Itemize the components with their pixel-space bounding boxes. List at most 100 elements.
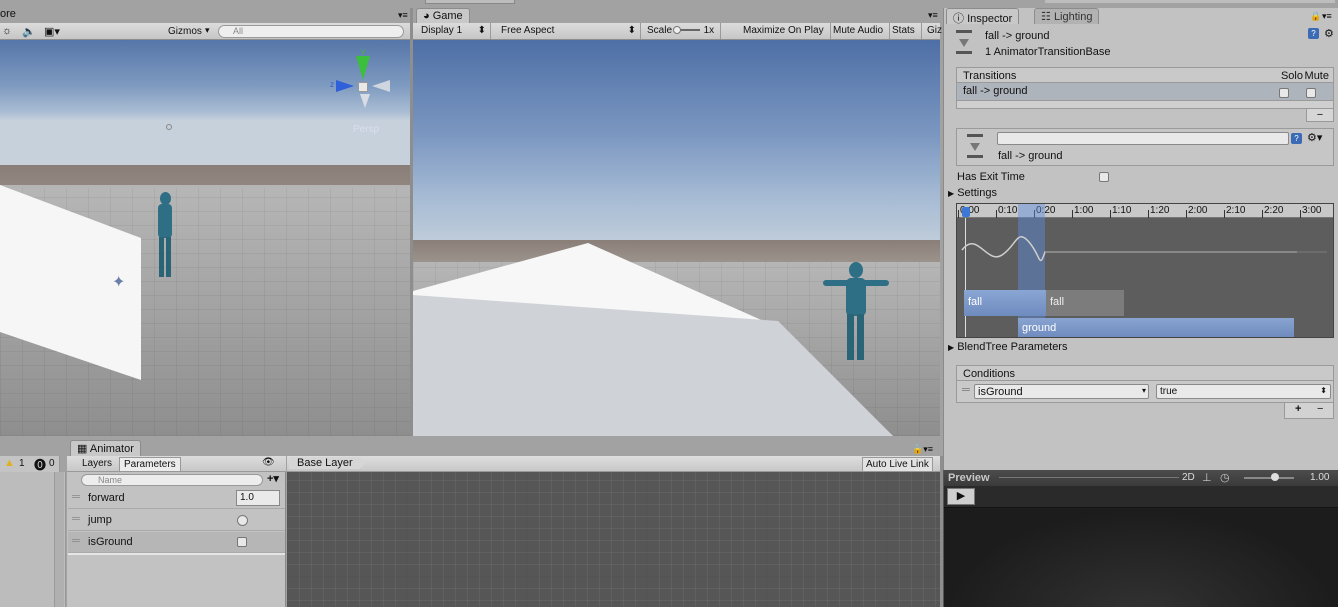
parameter-row-forward[interactable]: ═ forward 1.0	[68, 488, 285, 509]
graph-toolbar	[287, 456, 940, 472]
tab-lighting[interactable]: ☷ Lighting	[1034, 8, 1100, 24]
blendtree-label: BlendTree Parameters	[957, 341, 1068, 353]
condition-value-select[interactable]: true ⬍	[1156, 384, 1331, 399]
transition-name-input[interactable]	[997, 132, 1289, 145]
eye-icon[interactable]: 👁	[262, 457, 275, 468]
timeline-ticks: 0:000:100:201:001:101:202:002:102:203:00	[957, 204, 1333, 218]
gizmos-dropdown[interactable]: Gizmos	[168, 26, 202, 37]
parameter-bool-checkbox[interactable]	[237, 537, 247, 547]
has-exit-time-checkbox[interactable]	[1099, 172, 1109, 182]
mute-checkbox[interactable]	[1306, 88, 1316, 98]
parameter-float-input[interactable]: 1.0	[236, 490, 280, 506]
conditions-header-label: Conditions	[963, 368, 1015, 380]
maximize-on-play-toggle[interactable]: Maximize On Play	[737, 23, 831, 39]
clip-fall-b[interactable]: fall	[1046, 290, 1124, 316]
lighting-tab-label: Lighting	[1053, 11, 1093, 23]
game-viewport[interactable]	[413, 40, 940, 436]
drag-handle-icon[interactable]: ═	[72, 491, 80, 503]
condition-parameter-select[interactable]: isGround ▾	[974, 384, 1149, 399]
animator-graph[interactable]: Base Layer Auto Live Link	[287, 456, 940, 607]
mute-audio-toggle[interactable]: Mute Audio	[827, 23, 891, 39]
game-panel-menu-icon[interactable]: ▾≡	[928, 10, 938, 21]
help-icon[interactable]: ?	[1308, 28, 1319, 39]
transition-detail: ? ⚙▾ fall -> ground	[956, 128, 1334, 166]
tab-parameters[interactable]: Parameters	[119, 457, 181, 472]
preview-play-button[interactable]: ▶	[947, 488, 975, 505]
preview-2d-toggle[interactable]: 2D	[1182, 472, 1195, 483]
parameter-row-jump[interactable]: ═ jump	[68, 510, 285, 531]
playhead-marker[interactable]	[962, 207, 970, 217]
timeline-tick: 1:00	[1074, 205, 1094, 216]
tab-inspector[interactable]: ⓘ Inspector	[946, 8, 1020, 25]
transition-header-icon	[956, 30, 972, 54]
parameter-name: forward	[88, 492, 125, 504]
light-icon: ✦	[112, 274, 126, 291]
clip-fall-a[interactable]: fall	[964, 290, 1046, 316]
transition-timeline[interactable]: 0:000:100:201:001:101:202:002:102:203:00…	[956, 203, 1334, 338]
preview-speed-value: 1.00	[1310, 472, 1330, 483]
warning-icon[interactable]: ▲	[4, 457, 15, 469]
image-effects-icon[interactable]: ▣▾	[44, 25, 60, 38]
scene-viewport[interactable]: ✦ y z Persp	[0, 40, 410, 436]
clip-ground[interactable]: ground	[1018, 318, 1294, 337]
lock-icon[interactable]: 🔒	[1310, 11, 1321, 22]
inspector-menu-icon[interactable]: ▾≡	[1322, 11, 1332, 22]
view-splitter[interactable]	[410, 8, 413, 436]
axis-gizmo[interactable]: y z	[330, 47, 392, 116]
add-parameter-button[interactable]: +▾	[267, 472, 279, 485]
parameters-panel: Layers Parameters 👁 Name +▾ ═ forward 1.0 ═…	[67, 456, 286, 607]
transition-detail-icon	[967, 134, 983, 158]
tab-animator[interactable]: ▦ Animator	[70, 440, 141, 456]
tab-game[interactable]: ◕ Game	[416, 8, 470, 24]
drag-handle-icon[interactable]: ═	[72, 535, 80, 547]
solo-checkbox[interactable]	[1279, 88, 1289, 98]
timeline-tick: 2:00	[1188, 205, 1208, 216]
settings-gear-icon[interactable]: ⚙	[1324, 27, 1334, 40]
parameter-trigger-radio[interactable]	[237, 515, 248, 526]
condition-drag-handle-icon[interactable]: ═	[962, 384, 970, 396]
detail-gear-icon[interactable]: ⚙▾	[1307, 131, 1322, 144]
auto-live-link-toggle[interactable]: Auto Live Link	[862, 457, 933, 472]
timeline-tick-mark	[1262, 210, 1263, 218]
timeline-tick-mark	[1110, 210, 1111, 218]
animator-lock-icon[interactable]: 🔒▾≡	[912, 444, 933, 455]
persp-label[interactable]: Persp	[353, 124, 379, 135]
timeline-tick: 2:10	[1226, 205, 1246, 216]
error-icon[interactable]: ⓿	[34, 456, 46, 473]
timeline-tick: 0:10	[998, 205, 1018, 216]
scale-slider[interactable]: Scale 1x	[641, 23, 721, 39]
tab-layers[interactable]: Layers	[80, 458, 114, 469]
pivot-marker	[166, 124, 172, 130]
pivot-icon[interactable]: ⊥	[1202, 471, 1212, 484]
condition-add-remove: + −	[1284, 403, 1334, 419]
lighting-icon: ☷	[1041, 11, 1051, 23]
preview-speed-knob[interactable]	[1271, 473, 1279, 481]
inspector-title: fall -> ground	[985, 30, 1050, 42]
base-layer-breadcrumb[interactable]: Base Layer	[289, 457, 367, 469]
scene-tab-partial[interactable]: ore	[0, 8, 16, 20]
gutter-scrollbar[interactable]	[54, 472, 64, 607]
audio-icon[interactable]: 🔈	[22, 25, 36, 38]
settings-foldout[interactable]: ▶ Settings	[948, 187, 997, 199]
scene-search-input[interactable]: All	[218, 25, 404, 38]
aspect-dropdown[interactable]: Free Aspect ⬍	[495, 23, 641, 39]
add-condition-button[interactable]: +	[1295, 403, 1301, 415]
stats-toggle[interactable]: Stats	[886, 23, 922, 39]
blendtree-foldout[interactable]: ▶ BlendTree Parameters	[948, 341, 1067, 353]
parameter-search-input[interactable]: Name	[81, 474, 263, 486]
speed-icon[interactable]: ◷	[1220, 471, 1230, 484]
display-arrow-icon: ⬍	[477, 25, 486, 36]
remove-transition-button[interactable]: −	[1306, 108, 1334, 122]
remove-condition-button[interactable]: −	[1317, 403, 1323, 415]
warning-count: 1	[19, 458, 25, 469]
parameter-row-isground[interactable]: ═ isGround	[68, 532, 285, 553]
preview-speed-slider[interactable]	[1244, 477, 1294, 479]
preview-label: Preview	[948, 472, 990, 484]
scene-panel-menu-icon[interactable]: ▾≡	[398, 10, 408, 21]
drag-handle-icon[interactable]: ═	[72, 513, 80, 525]
preview-viewport[interactable]	[944, 509, 1338, 607]
display-dropdown[interactable]: Display 1 ⬍	[415, 23, 491, 39]
transition-row[interactable]: fall -> ground	[956, 83, 1334, 101]
scene-tool-icon[interactable]: ☼	[2, 25, 12, 37]
detail-help-icon[interactable]: ?	[1291, 133, 1302, 144]
